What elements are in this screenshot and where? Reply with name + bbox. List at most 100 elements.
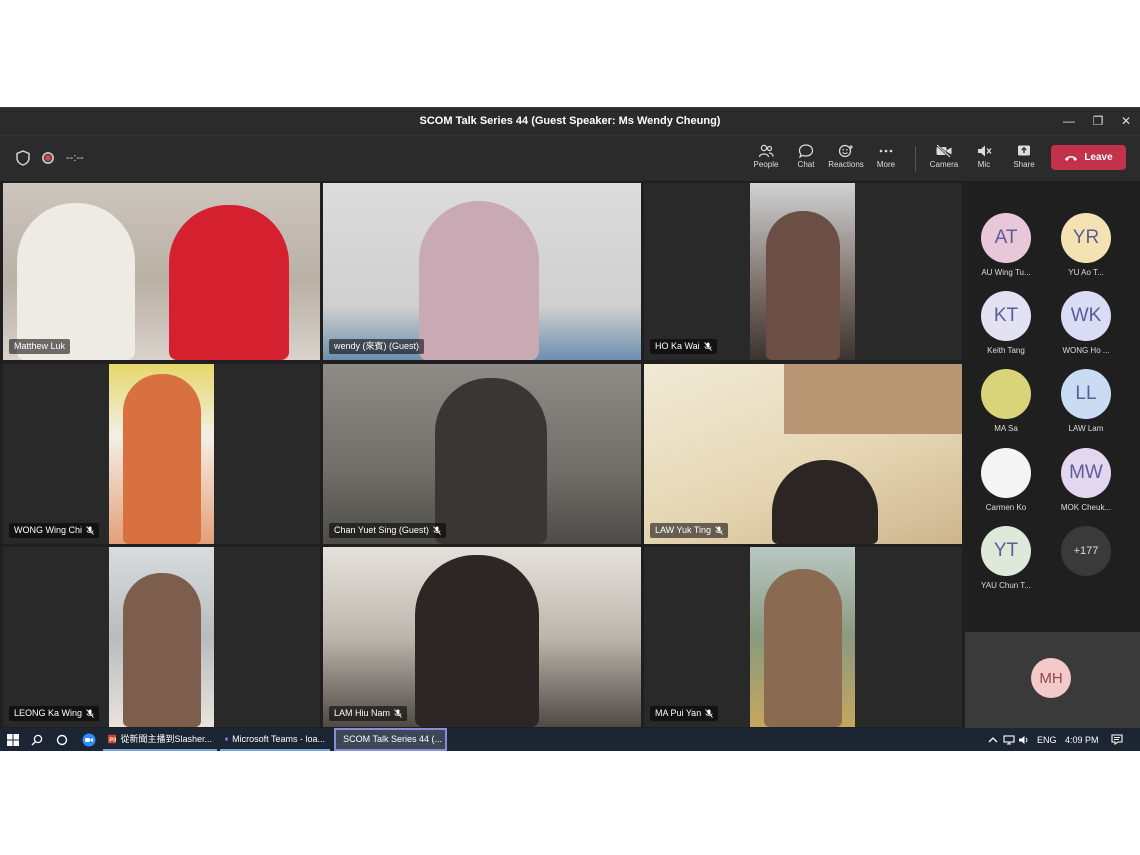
taskbar-item-teams[interactable]: T Microsoft Teams - loa...: [220, 728, 330, 751]
circle-icon: [56, 734, 68, 745]
roster-participant-name: Carmen Ko: [985, 503, 1027, 512]
video-feed: [323, 547, 641, 727]
title-bar: SCOM Talk Series 44 (Guest Speaker: Ms W…: [0, 108, 1140, 135]
video-tile[interactable]: LAM Hiu Nam: [323, 547, 641, 727]
maximize-button[interactable]: ❐: [1087, 111, 1109, 131]
taskbar-item-powerpoint[interactable]: P3 從新聞主播到Slasher...: [103, 728, 217, 751]
leave-button[interactable]: Leave: [1051, 145, 1126, 170]
participant-avatar: WK: [1061, 291, 1111, 341]
participant-name: LAM Hiu Nam: [334, 708, 391, 718]
roster-participant-name: YAU Chun T...: [981, 581, 1031, 590]
reactions-button[interactable]: Reactions: [826, 144, 866, 169]
language-indicator[interactable]: ENG: [1032, 728, 1062, 751]
roster-participant-name: YU Ao T...: [1068, 268, 1104, 277]
participant-name-tag: LAW Yuk Ting: [650, 523, 729, 538]
participant-avatar: AT: [981, 213, 1031, 263]
clock[interactable]: 4:09 PM: [1060, 728, 1104, 751]
mic-off-icon: [703, 342, 712, 351]
roster-participant-name: LAW Lam: [1068, 424, 1104, 433]
video-tile[interactable]: LAW Yuk Ting: [644, 364, 962, 544]
roster-participant[interactable]: AT AU Wing Tu...: [966, 213, 1046, 277]
video-feed: [750, 183, 855, 360]
roster-participant[interactable]: YR YU Ao T...: [1046, 213, 1126, 277]
participant-name: wendy (來賓) (Guest): [334, 341, 420, 351]
participant-name: Matthew Luk: [14, 341, 66, 351]
taskbar-item-label: SCOM Talk Series 44 (...: [343, 733, 442, 744]
roster-participant[interactable]: +177: [1046, 526, 1126, 581]
participant-name-tag: LAM Hiu Nam: [329, 706, 408, 721]
participant-name: HO Ka Wai: [655, 341, 700, 351]
taskbar-item-meeting[interactable]: T SCOM Talk Series 44 (...: [334, 728, 447, 751]
teams-icon: T: [225, 736, 229, 740]
person-figure: [169, 205, 289, 360]
participant-avatar-photo: [981, 448, 1031, 498]
video-tile[interactable]: Matthew Luk: [3, 183, 320, 360]
more-icon: [879, 149, 893, 153]
windows-taskbar: P3 從新聞主播到Slasher... T Microsoft Teams - …: [0, 728, 1140, 751]
video-tile[interactable]: WONG Wing Chi: [3, 364, 320, 544]
person-figure: [764, 569, 842, 727]
svg-text:P3: P3: [109, 737, 116, 743]
participant-avatar: YT: [981, 526, 1031, 576]
video-tile[interactable]: LEONG Ka Wing: [3, 547, 320, 727]
video-tile[interactable]: Chan Yuet Sing (Guest): [323, 364, 641, 544]
roster-participant[interactable]: WK WONG Ho ...: [1046, 291, 1126, 355]
roster-participant[interactable]: LL LAW Lam: [1046, 369, 1126, 433]
more-label: More: [876, 160, 896, 169]
person-figure: [123, 374, 201, 544]
mic-off-icon: [705, 709, 714, 718]
mic-off-icon: [394, 709, 402, 718]
mic-label: Mic: [977, 160, 991, 169]
video-feed: [323, 183, 641, 360]
video-tile[interactable]: MA Pui Yan: [644, 547, 962, 727]
windows-icon: [7, 733, 19, 746]
people-label: People: [753, 160, 779, 169]
notifications-button[interactable]: [1106, 728, 1128, 751]
video-tile[interactable]: HO Ka Wai: [644, 183, 962, 360]
search-button[interactable]: [26, 728, 48, 751]
chevron-up-icon: [988, 736, 998, 742]
participant-name-tag: Matthew Luk: [9, 339, 71, 354]
zoom-app-button[interactable]: [77, 728, 101, 751]
roster-participant[interactable]: YT YAU Chun T...: [966, 526, 1046, 590]
roster-participant[interactable]: MW MOK Cheuk...: [1046, 448, 1126, 512]
participant-avatar: LL: [1061, 369, 1111, 419]
language-label: ENG: [1037, 734, 1057, 745]
speaker-icon: [1019, 735, 1028, 744]
roster-participant-name: WONG Ho ...: [1062, 346, 1110, 355]
mic-button[interactable]: Mic: [964, 144, 1004, 169]
roster-participant[interactable]: MA Sa: [966, 369, 1046, 433]
video-tile[interactable]: wendy (來賓) (Guest): [323, 183, 641, 360]
participant-name: Chan Yuet Sing (Guest): [334, 525, 429, 535]
start-button[interactable]: [2, 728, 24, 751]
chat-button[interactable]: Chat: [786, 144, 826, 169]
roster-participant[interactable]: Carmen Ko: [966, 448, 1046, 512]
mic-off-icon: [86, 526, 94, 535]
minimize-button[interactable]: —: [1058, 111, 1080, 131]
mic-off-icon: [715, 526, 723, 535]
roster-participant[interactable]: KT Keith Tang: [966, 291, 1046, 355]
teams-meeting-window: SCOM Talk Series 44 (Guest Speaker: Ms W…: [0, 107, 1140, 751]
camera-button[interactable]: Camera: [924, 144, 964, 169]
leave-label: Leave: [1084, 152, 1113, 163]
participant-avatar: KT: [981, 291, 1031, 341]
more-button[interactable]: More: [866, 144, 906, 169]
participant-name-tag: wendy (來賓) (Guest): [329, 339, 425, 354]
search-icon: [31, 734, 43, 745]
share-button[interactable]: Share: [1004, 144, 1044, 169]
video-grid: Matthew Luk wendy (來賓) (Guest) HO Ka Wai…: [0, 181, 965, 728]
close-button[interactable]: ✕: [1115, 111, 1137, 131]
shield-icon[interactable]: [16, 150, 30, 166]
self-avatar: MH: [1031, 658, 1071, 698]
participant-name-tag: WONG Wing Chi: [9, 523, 100, 538]
video-feed: [109, 547, 214, 727]
people-button[interactable]: People: [746, 144, 786, 169]
self-view[interactable]: MH: [965, 632, 1140, 728]
powerpoint-icon: P3: [108, 734, 117, 743]
camera-off-icon: [936, 144, 952, 158]
clock-time: 4:09 PM: [1065, 734, 1099, 745]
taskbar-item-label: 從新聞主播到Slasher...: [120, 734, 212, 744]
cortana-button[interactable]: [51, 728, 73, 751]
meeting-toolbar: --:-- People Chat Reactions More Camera …: [0, 135, 1140, 181]
bookshelf: [784, 364, 962, 434]
